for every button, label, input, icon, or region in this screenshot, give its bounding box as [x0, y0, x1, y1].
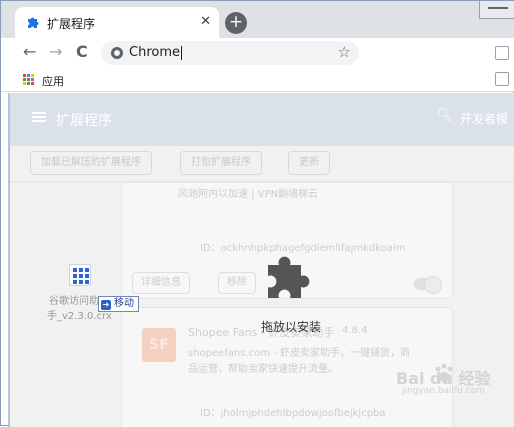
drop-puzzle-icon	[268, 256, 310, 298]
bookmarks-overflow[interactable]	[495, 72, 509, 86]
bookmark-star-icon[interactable]: ☆	[338, 43, 351, 61]
tab-title: 扩展程序	[47, 17, 96, 31]
extensions-page: 扩展程序 🔍︎ 开发者模 加载已解压的扩展程序 打包扩展程序 更新 风驰阿内以加…	[8, 93, 514, 427]
apps-bookmark-label[interactable]: 应用	[42, 73, 64, 89]
text-caret	[181, 46, 182, 60]
extensions-header: 扩展程序 🔍︎ 开发者模	[8, 93, 514, 146]
move-label: 移动	[114, 298, 134, 309]
extension-version: 4.8.4	[342, 325, 368, 336]
close-tab-icon[interactable]: ✕	[200, 13, 211, 31]
toolbar: ← → C Chrome ☆	[1, 38, 514, 68]
pack-extension-button[interactable]: 打包扩展程序	[180, 151, 262, 175]
minimize-icon	[488, 7, 508, 9]
developer-mode-label[interactable]: 开发者模	[460, 110, 508, 127]
remove-button[interactable]: 移除	[218, 272, 256, 294]
drop-to-install-label: 拖放以安装	[261, 320, 322, 334]
toolbar-extension-icon[interactable]	[495, 46, 509, 60]
search-icon[interactable]: 🔍︎	[436, 108, 453, 123]
address-bar[interactable]: Chrome ☆	[101, 41, 359, 65]
chrome-icon	[111, 47, 123, 59]
extension-description: 风驰阿内以加速 | VPN翻墙梯云	[178, 189, 319, 200]
page-title: 扩展程序	[56, 113, 112, 129]
load-unpacked-button[interactable]: 加载已解压的扩展程序	[30, 151, 152, 175]
developer-action-bar: 加载已解压的扩展程序 打包扩展程序 更新	[8, 146, 514, 182]
update-button[interactable]: 更新	[288, 151, 330, 175]
reload-button[interactable]: C	[76, 42, 88, 62]
extension-description-line1: shopeefans.com - 虾皮卖家助手，一键铺货，商	[188, 348, 411, 359]
bookmarks-bar: 应用	[1, 68, 514, 92]
puzzle-icon	[28, 17, 39, 28]
new-tab-button[interactable]: +	[225, 12, 247, 34]
dragged-file-name-line1: 谷歌访问助	[49, 296, 99, 307]
baidu-watermark-url: jingyan.baidu.com	[402, 386, 486, 396]
tab-extensions[interactable]: 扩展程序 ✕	[15, 7, 219, 38]
enable-toggle[interactable]	[414, 276, 442, 294]
forward-button[interactable]: →	[49, 42, 62, 62]
crx-file-icon[interactable]	[69, 264, 91, 286]
content-left-border	[8, 93, 10, 427]
menu-icon[interactable]	[32, 112, 46, 122]
move-cursor-badge: ➜ 移动	[98, 296, 139, 312]
shopee-fans-logo: SF	[142, 328, 176, 362]
details-button[interactable]: 详细信息	[132, 272, 190, 294]
apps-grid-icon[interactable]	[23, 74, 35, 86]
extension-description-line2: 品运营，帮助卖家快速提升流量。	[188, 364, 338, 375]
minimize-button[interactable]	[479, 1, 514, 19]
browser-window: 扩展程序 ✕ + ← → C Chrome ☆ 应用 扩展程序 🔍︎ 开发者模 …	[0, 0, 514, 427]
extension-id: ID：jholmjphdehlbpdowjoofbejkjcpba	[200, 408, 386, 419]
address-text: Chrome	[129, 45, 180, 60]
back-button[interactable]: ←	[23, 42, 36, 62]
tab-strip: 扩展程序 ✕ +	[1, 1, 514, 38]
move-arrow-icon: ➜	[101, 300, 111, 310]
